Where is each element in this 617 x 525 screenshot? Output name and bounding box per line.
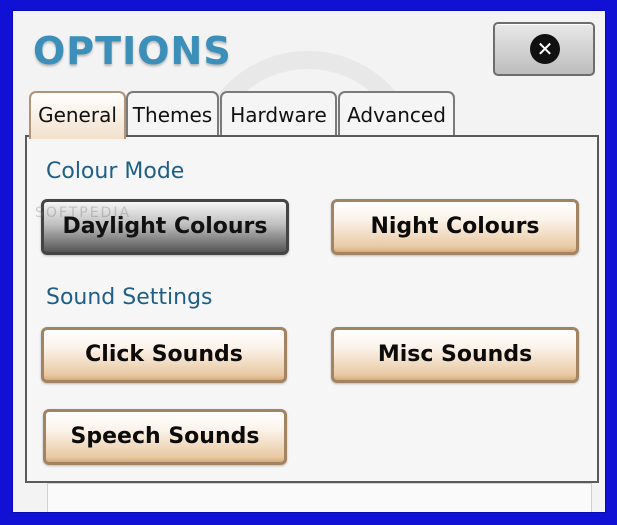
general-tab-panel: Colour Mode Daylight Colours Night Colou… [25,135,599,483]
tab-themes[interactable]: Themes [126,91,219,137]
misc-sounds-button[interactable]: Misc Sounds [331,327,579,383]
tab-hardware[interactable]: Hardware [220,91,337,137]
tab-general[interactable]: General [29,91,126,139]
softpedia-watermark: SOFTPEDIA [35,205,132,221]
close-icon: ✕ [530,34,560,64]
speech-sounds-button[interactable]: Speech Sounds [43,409,287,465]
colour-mode-heading: Colour Mode [46,159,185,184]
click-sounds-button[interactable]: Click Sounds [41,327,287,383]
sound-settings-heading: Sound Settings [46,285,213,310]
footer-info-box [47,483,592,512]
tab-advanced[interactable]: Advanced [338,91,455,137]
night-colours-button[interactable]: Night Colours [331,199,579,255]
close-button[interactable]: ✕ [493,22,595,76]
window-title: OPTIONS [33,29,232,73]
options-window: No Information Available OPTIONS ✕ Gener… [12,10,606,513]
